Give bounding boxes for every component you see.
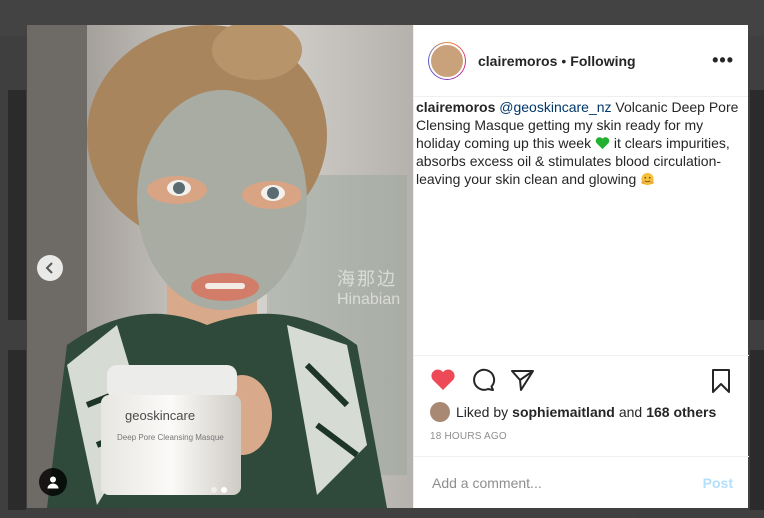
- comment-icon[interactable]: [470, 368, 496, 397]
- post-actions: Liked by sophiemaitland and 168 others 1…: [414, 355, 749, 509]
- avatar: [429, 42, 465, 79]
- post-photo[interactable]: geoskincare Deep Pore Cleansing Masque 海…: [27, 25, 413, 508]
- likes-middle: and: [618, 404, 643, 420]
- avatar-story-ring[interactable]: [428, 41, 466, 80]
- username-link[interactable]: clairemoros: [478, 53, 557, 69]
- likes-count-link[interactable]: 168 others: [646, 404, 716, 420]
- post-caption: clairemoros @geoskincare_nz Volcanic Dee…: [414, 98, 749, 188]
- post-timestamp[interactable]: 18 HOURS AGO: [430, 431, 507, 442]
- bookmark-icon[interactable]: [710, 368, 732, 399]
- liker-username-link[interactable]: sophiemaitland: [512, 404, 615, 420]
- caption-username-link[interactable]: clairemoros: [416, 99, 495, 115]
- liker-avatar[interactable]: [430, 402, 450, 422]
- post-header: clairemoros • Following •••: [414, 25, 748, 97]
- tagged-users-button[interactable]: [39, 468, 67, 496]
- comment-bar: Post: [414, 456, 749, 509]
- comment-input[interactable]: [430, 474, 703, 492]
- jar-brand-text: geoskincare: [125, 408, 195, 423]
- separator-dot: •: [561, 52, 567, 69]
- like-heart-icon[interactable]: [430, 368, 456, 397]
- chevron-left-icon: [45, 262, 53, 274]
- carousel-dot-active: [221, 487, 227, 493]
- user-icon: [47, 476, 59, 489]
- caption-mention-link[interactable]: @geoskincare_nz: [499, 99, 611, 115]
- jar-product-text: Deep Pore Cleansing Masque: [117, 433, 224, 442]
- watermark: 海那边 Hinabian: [337, 269, 401, 308]
- carousel-dot: [211, 487, 217, 493]
- following-button[interactable]: Following: [570, 53, 635, 69]
- share-icon[interactable]: [510, 368, 536, 397]
- likes-summary: Liked by sophiemaitland and 168 others: [430, 402, 720, 422]
- likes-prefix: Liked by: [456, 404, 509, 420]
- post-comment-button[interactable]: Post: [703, 475, 733, 491]
- action-icons-row: [430, 368, 735, 398]
- carousel-prev-button[interactable]: [37, 255, 63, 281]
- carousel-indicator: [211, 487, 227, 493]
- green-heart-emoji-icon: [595, 137, 610, 150]
- post-modal: geoskincare Deep Pore Cleansing Masque 海…: [27, 25, 749, 509]
- more-options-icon[interactable]: •••: [712, 50, 734, 71]
- post-details-panel: clairemoros • Following ••• clairemoros …: [413, 25, 749, 509]
- hugging-face-emoji-icon: [641, 172, 654, 186]
